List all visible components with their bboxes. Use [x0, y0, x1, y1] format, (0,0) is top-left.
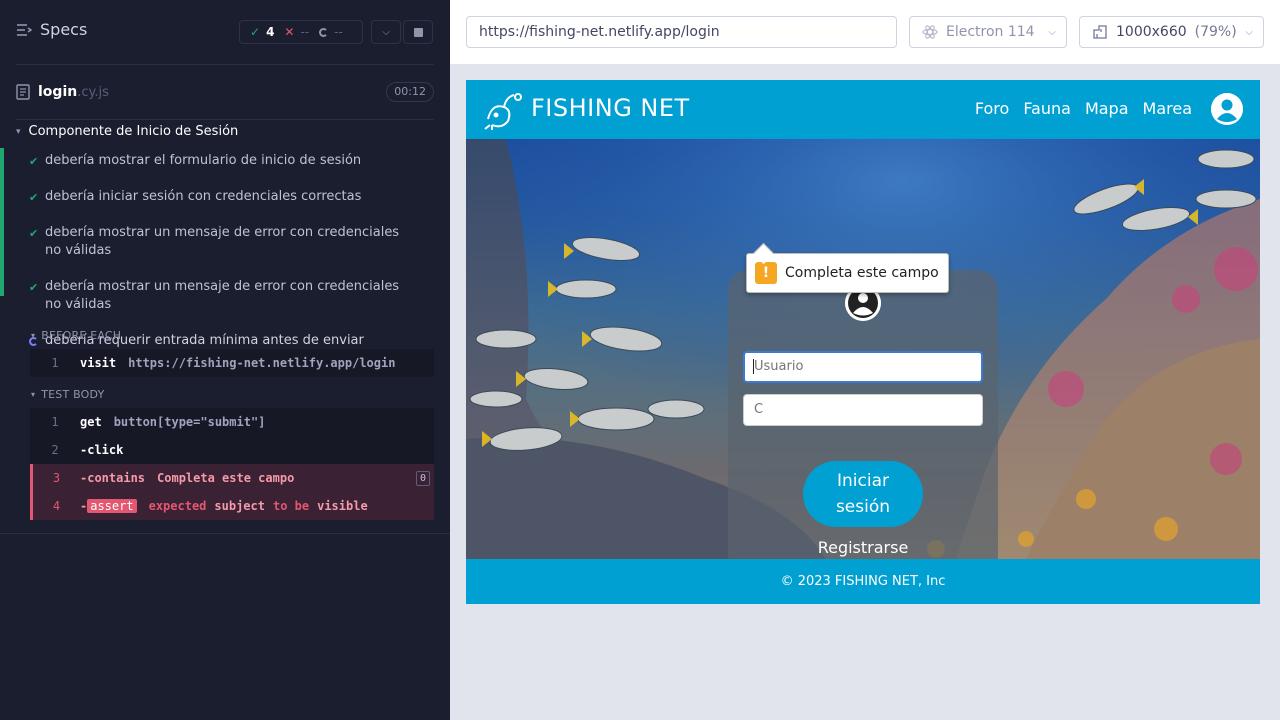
collapse-button[interactable]: ⌵	[371, 20, 401, 44]
chevron-down-icon: ⌵	[1245, 26, 1253, 38]
stop-button[interactable]	[403, 20, 433, 44]
stop-icon	[413, 27, 423, 37]
nav-link-foro[interactable]: Foro	[975, 99, 1009, 118]
hook-test-body[interactable]: ▾ TEST BODY	[31, 388, 105, 401]
chevron-down-icon: ▾	[31, 390, 36, 399]
command-row-failed[interactable]: 4 - assert expected subject to be visibl…	[30, 492, 434, 520]
nav-links: Foro Fauna Mapa Marea	[975, 99, 1192, 118]
x-icon: ✕	[284, 25, 295, 39]
app-frame: FISHING NET Foro Fauna Mapa Marea Usuari…	[466, 80, 1260, 604]
check-icon: ✔	[29, 281, 39, 294]
passed-count: ✓ 4	[250, 25, 275, 39]
username-input[interactable]: Usuario	[743, 351, 983, 383]
command-row[interactable]: 2 -click	[30, 436, 434, 464]
password-input[interactable]: C	[743, 394, 983, 426]
browser-selector[interactable]: Electron 114 ⌵	[909, 16, 1067, 48]
login-submit-button[interactable]: Iniciar sesión	[803, 461, 923, 527]
hook-before-each[interactable]: ▾ BEFORE EACH	[31, 329, 121, 342]
assert-badge: assert	[87, 499, 137, 513]
ruler-icon	[1093, 25, 1107, 39]
test-stats: ✓ 4 ✕ -- --	[239, 20, 363, 44]
test-item[interactable]: ✔ debería mostrar el formulario de inicio…	[0, 148, 450, 174]
document-icon	[16, 84, 30, 100]
validation-tooltip: ! Completa este campo	[746, 253, 949, 293]
check-icon: ✓	[250, 25, 261, 39]
hero-underwater-image: Usuario C Iniciar sesión Registrarse	[466, 139, 1260, 559]
check-icon: ✔	[29, 155, 39, 168]
suite-title[interactable]: ▾ Componente de Inicio de Sesión	[16, 124, 238, 139]
specs-header: Specs ✓ 4 ✕ -- -- ⌵	[0, 0, 450, 64]
test-item[interactable]: ✔ debería iniciar sesión con credenciales…	[0, 184, 450, 210]
url-bar[interactable]: https://fishing-net.netlify.app/login	[466, 16, 897, 48]
viewport-info[interactable]: 1000x660 (79%) ⌵	[1079, 16, 1264, 48]
chevron-down-icon: ▾	[31, 331, 36, 340]
divider	[16, 119, 434, 120]
pending-count: --	[309, 25, 343, 39]
element-count-badge: 0	[415, 471, 430, 486]
chevron-down-icon: ▾	[16, 126, 21, 137]
fish-logo-icon[interactable]	[482, 89, 524, 131]
divider	[16, 64, 434, 65]
aut-panel: https://fishing-net.netlify.app/login El…	[450, 0, 1280, 720]
cypress-runner-panel: Specs ✓ 4 ✕ -- -- ⌵ login .cy.js 00:12 ▾ C…	[0, 0, 450, 720]
command-row-failed[interactable]: 3 -contains Completa este campo 0	[30, 464, 434, 492]
user-avatar-icon[interactable]	[1211, 93, 1243, 125]
test-item[interactable]: ✔ debería mostrar un mensaje de error con…	[0, 274, 450, 318]
failed-count: ✕ --	[284, 25, 310, 39]
specs-list-icon	[17, 23, 32, 36]
warning-icon: !	[755, 262, 777, 284]
check-icon: ✔	[29, 191, 39, 204]
spec-name: login	[38, 84, 78, 100]
register-link[interactable]: Registrarse	[728, 538, 998, 557]
chevron-down-icon: ⌵	[1048, 26, 1056, 38]
command-row[interactable]: 1 get button[type="submit"]	[30, 408, 434, 436]
nav-link-fauna[interactable]: Fauna	[1023, 99, 1071, 118]
electron-icon	[922, 25, 938, 39]
divider	[0, 533, 450, 534]
nav-link-mapa[interactable]: Mapa	[1085, 99, 1129, 118]
aut-header: https://fishing-net.netlify.app/login El…	[450, 0, 1280, 64]
app-navbar: FISHING NET Foro Fauna Mapa Marea	[466, 80, 1260, 139]
login-card: Usuario C Iniciar sesión Registrarse	[728, 270, 998, 559]
spec-file-header: login .cy.js 00:12	[16, 80, 434, 104]
brand-title[interactable]: FISHING NET	[531, 94, 690, 122]
pending-icon	[319, 27, 329, 37]
nav-link-marea[interactable]: Marea	[1143, 99, 1192, 118]
test-list: ✔ debería mostrar el formulario de inicio…	[0, 148, 450, 354]
chevron-down-icon: ⌵	[382, 26, 390, 38]
duration-badge: 00:12	[386, 82, 434, 102]
spec-ext: .cy.js	[77, 84, 109, 100]
specs-title: Specs	[40, 20, 88, 39]
command-row[interactable]: 1 visit https://fishing-net.netlify.app/…	[30, 349, 434, 377]
test-item[interactable]: ✔ debería mostrar un mensaje de error con…	[0, 220, 450, 264]
specs-toggle[interactable]: Specs	[16, 20, 87, 39]
check-icon: ✔	[29, 227, 39, 240]
app-footer: © 2023 FISHING NET, Inc	[466, 559, 1260, 604]
